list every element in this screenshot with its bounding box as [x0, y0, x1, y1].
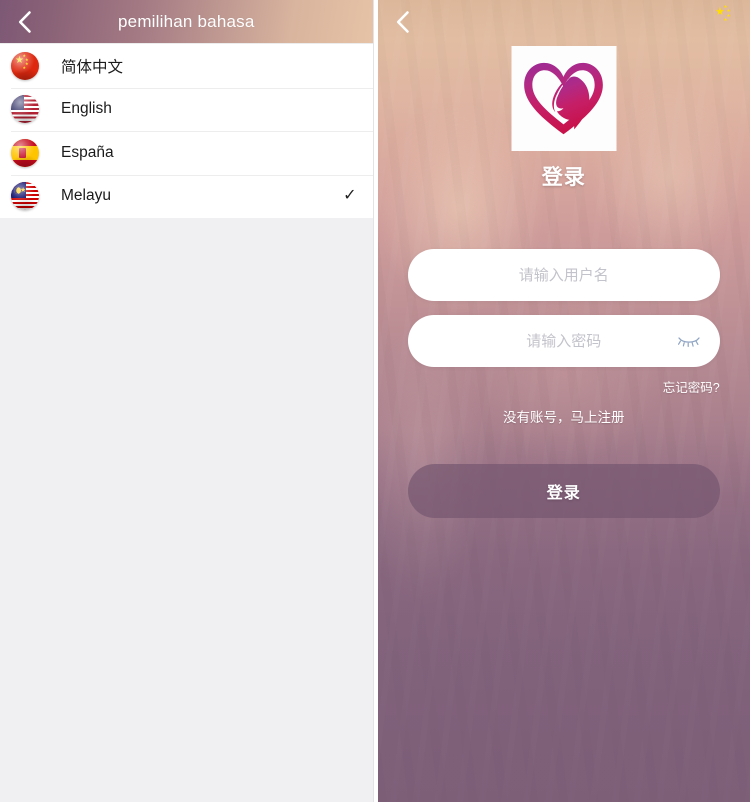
list-item-label: English: [61, 100, 112, 118]
register-row: 没有账号，马上注册: [408, 406, 720, 427]
list-item-label: Melayu: [61, 187, 111, 205]
login-title: 登录: [541, 166, 586, 189]
list-item-label: 简体中文: [61, 58, 124, 76]
flag-usa-icon: [11, 95, 39, 124]
heart-woman-logo-icon: [524, 62, 604, 134]
flag-malaysia-icon: ★: [11, 182, 39, 211]
check-icon: ✓: [343, 187, 357, 205]
forgot-password-row: 忘记密码?: [408, 377, 720, 397]
list-item[interactable]: España: [0, 131, 373, 175]
login-panel: ★ ★ ★ ★ ★: [377, 0, 750, 802]
page-title: pemilihan bahasa: [118, 11, 255, 31]
eye-closed-icon[interactable]: [676, 331, 702, 351]
language-selection-panel: pemilihan bahasa ★ ★ ★ ★ ★ 简体中文 English …: [0, 0, 373, 802]
password-input[interactable]: [407, 314, 720, 368]
flag-china-icon: ★ ★ ★ ★ ★: [11, 51, 39, 80]
list-item[interactable]: ★ ★ ★ ★ ★ 简体中文: [0, 44, 373, 88]
app-screen: pemilihan bahasa ★ ★ ★ ★ ★ 简体中文 English …: [0, 0, 750, 802]
language-list: ★ ★ ★ ★ ★ 简体中文 English España ★ Melayu ✓: [0, 43, 373, 218]
language-header: pemilihan bahasa: [0, 0, 373, 43]
forgot-password-link[interactable]: 忘记密码?: [663, 381, 720, 395]
list-item-label: España: [61, 143, 114, 161]
login-button[interactable]: 登录: [407, 464, 720, 518]
username-field-wrapper: [407, 248, 720, 302]
list-item[interactable]: ★ Melayu ✓: [0, 174, 373, 218]
login-form: 忘记密码? 没有账号，马上注册 登录: [378, 248, 750, 518]
password-field-wrapper: [407, 314, 720, 368]
register-link[interactable]: 没有账号，马上注册: [503, 410, 625, 425]
language-switch-button[interactable]: ★ ★ ★ ★ ★: [710, 2, 742, 34]
app-logo: [511, 46, 617, 151]
list-item[interactable]: English: [0, 87, 373, 131]
username-input[interactable]: [407, 248, 720, 302]
flag-spain-icon: [11, 138, 39, 167]
chevron-left-icon[interactable]: [11, 9, 37, 35]
chevron-left-icon[interactable]: [389, 8, 417, 36]
